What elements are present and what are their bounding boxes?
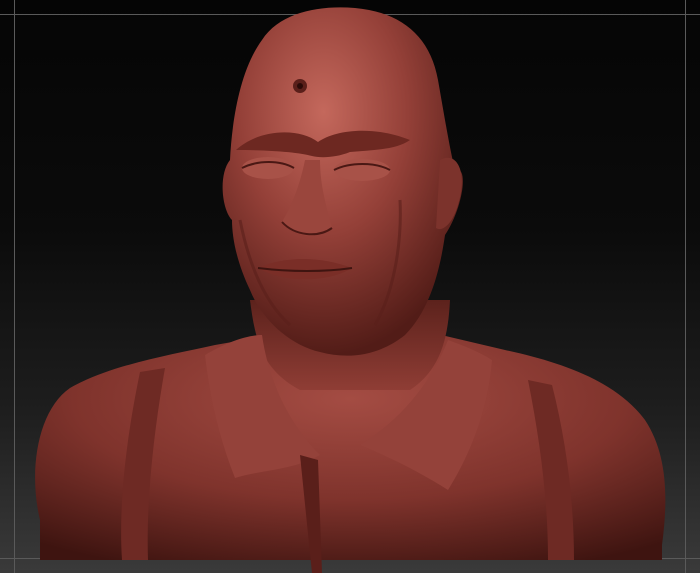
bust-sculpture — [35, 7, 666, 573]
eye-right — [334, 159, 390, 181]
forehead-wound-center — [297, 83, 303, 89]
ear — [436, 157, 462, 230]
eye-left — [242, 157, 294, 179]
sculpt-viewport — [0, 0, 700, 573]
